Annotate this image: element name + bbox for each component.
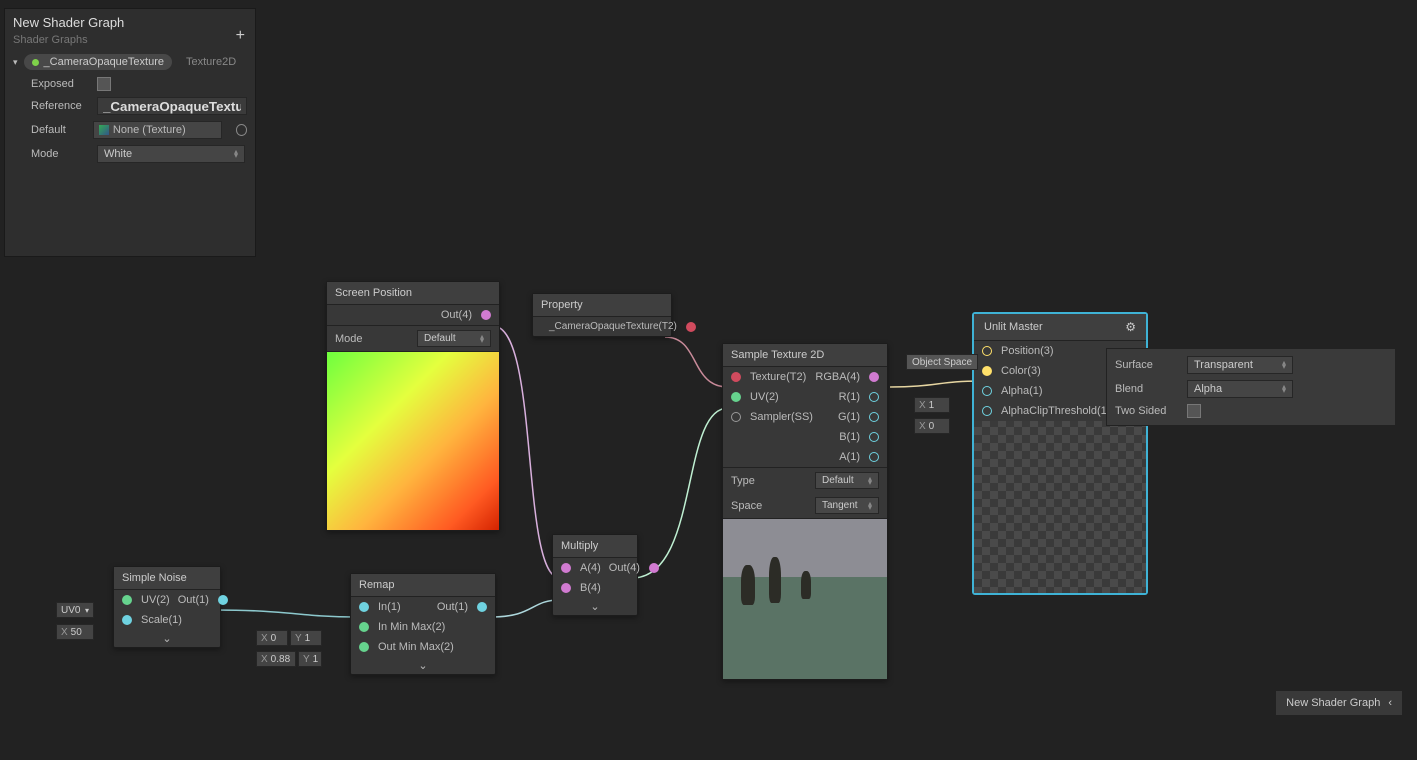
alpha-port[interactable] (982, 386, 992, 396)
node-remap[interactable]: Remap In(1) Out(1) In Min Max(2) Out Min… (350, 573, 496, 675)
in-port[interactable] (359, 602, 369, 612)
uv-default-dropdown[interactable]: UV0▾ (56, 602, 94, 618)
node-simple-noise[interactable]: Simple Noise UV(2) Out(1) Scale(1) ⌄ (113, 566, 221, 648)
preview-checker (974, 421, 1146, 593)
button-label: New Shader Graph (1286, 697, 1380, 709)
outminmax-port[interactable] (359, 642, 369, 652)
out-port[interactable] (477, 602, 487, 612)
node-sample-texture-2d[interactable]: Sample Texture 2D Texture(T2) RGBA(4) UV… (722, 343, 888, 680)
out-label: _CameraOpaqueTexture(T2) (549, 321, 677, 332)
b-port[interactable] (561, 583, 571, 593)
inminmax-port[interactable] (359, 622, 369, 632)
out-port[interactable] (649, 563, 659, 573)
object-picker-icon[interactable] (236, 124, 247, 136)
r-port[interactable] (869, 392, 879, 402)
space-dropdown[interactable]: Tangent▴▾ (815, 497, 879, 514)
default-texture-field[interactable]: None (Texture) (93, 121, 222, 139)
outmm-x-input[interactable]: X0.88 (256, 651, 296, 667)
master-settings-panel: Surface Transparent▴▾ Blend Alpha▴▾ Two … (1106, 348, 1396, 426)
blend-label: Blend (1115, 383, 1173, 395)
position-port[interactable] (982, 346, 992, 356)
uv-port[interactable] (122, 595, 132, 605)
out-label: Out(4) (441, 309, 472, 321)
node-title: Simple Noise (122, 572, 187, 584)
sampler-port[interactable] (731, 412, 741, 422)
preview-image (723, 519, 887, 679)
out-port[interactable] (218, 595, 228, 605)
mode-dropdown[interactable]: White ▴▾ (97, 145, 245, 163)
mode-value: White (104, 148, 132, 160)
chevron-left-icon: ‹ (1388, 697, 1392, 709)
surface-dropdown[interactable]: Transparent▴▾ (1187, 356, 1293, 374)
property-pill[interactable]: _CameraOpaqueTexture (24, 54, 172, 70)
shader-name-button[interactable]: New Shader Graph ‹ (1275, 690, 1403, 716)
inspector-title: New Shader Graph (13, 15, 247, 30)
expand-toggle[interactable]: ▾ (13, 57, 18, 68)
scale-port[interactable] (122, 615, 132, 625)
node-title: Property (541, 299, 583, 311)
exposed-label: Exposed (31, 78, 87, 90)
a-port[interactable] (561, 563, 571, 573)
exposed-checkbox[interactable] (97, 77, 111, 91)
rgba-port[interactable] (869, 372, 879, 382)
color-port[interactable] (982, 366, 992, 376)
node-title: Unlit Master (984, 321, 1043, 333)
blend-dropdown[interactable]: Alpha▴▾ (1187, 380, 1293, 398)
expand-toggle[interactable]: ⌄ (553, 598, 637, 615)
inmm-y-input[interactable]: Y1 (290, 630, 322, 646)
default-value: None (Texture) (113, 124, 186, 136)
node-title: Sample Texture 2D (731, 349, 824, 361)
type-dropdown[interactable]: Default▴▾ (815, 472, 879, 489)
clip-default-input[interactable]: X0 (914, 418, 950, 434)
surface-label: Surface (1115, 359, 1173, 371)
node-screen-position[interactable]: Screen Position Out(4) Mode Default ▴▾ (326, 281, 500, 531)
alphaclip-port[interactable] (982, 406, 992, 416)
output-port[interactable] (686, 322, 696, 332)
mode-label: Mode (335, 333, 363, 345)
preview-gradient (327, 352, 499, 530)
outmm-y-input[interactable]: Y1 (298, 651, 322, 667)
twosided-checkbox[interactable] (1187, 404, 1201, 418)
uv-port[interactable] (731, 392, 741, 402)
a-port[interactable] (869, 452, 879, 462)
mode-dropdown[interactable]: Default ▴▾ (417, 330, 491, 347)
gear-icon[interactable]: ⚙ (1125, 320, 1136, 334)
position-space-badge: Object Space (906, 354, 978, 370)
node-property[interactable]: Property _CameraOpaqueTexture(T2) (532, 293, 672, 337)
property-type: Texture2D (186, 56, 236, 68)
inspector-subtitle: Shader Graphs (13, 34, 247, 46)
property-name: _CameraOpaqueTexture (44, 56, 164, 68)
node-title: Multiply (561, 540, 598, 552)
inspector-panel: New Shader Graph Shader Graphs + ▾ _Came… (4, 8, 256, 257)
alpha-default-input[interactable]: X1 (914, 397, 950, 413)
reference-label: Reference (31, 100, 87, 112)
node-title: Screen Position (335, 287, 412, 299)
reference-input[interactable] (97, 97, 247, 115)
expand-toggle[interactable]: ⌄ (351, 657, 495, 674)
output-port[interactable] (481, 310, 491, 320)
property-dot-icon (32, 59, 39, 66)
inmm-x-input[interactable]: X0 (256, 630, 288, 646)
g-port[interactable] (869, 412, 879, 422)
b-port[interactable] (869, 432, 879, 442)
mode-label: Mode (31, 148, 87, 160)
texture-port[interactable] (731, 372, 741, 382)
add-property-button[interactable]: + (236, 27, 245, 45)
scale-default-input[interactable]: X50 (56, 624, 94, 640)
texture-swatch-icon (99, 125, 109, 135)
node-multiply[interactable]: Multiply A(4) Out(4) B(4) ⌄ (552, 534, 638, 616)
node-title: Remap (359, 579, 394, 591)
default-label: Default (31, 124, 83, 136)
twosided-label: Two Sided (1115, 405, 1173, 417)
expand-toggle[interactable]: ⌄ (114, 630, 220, 647)
